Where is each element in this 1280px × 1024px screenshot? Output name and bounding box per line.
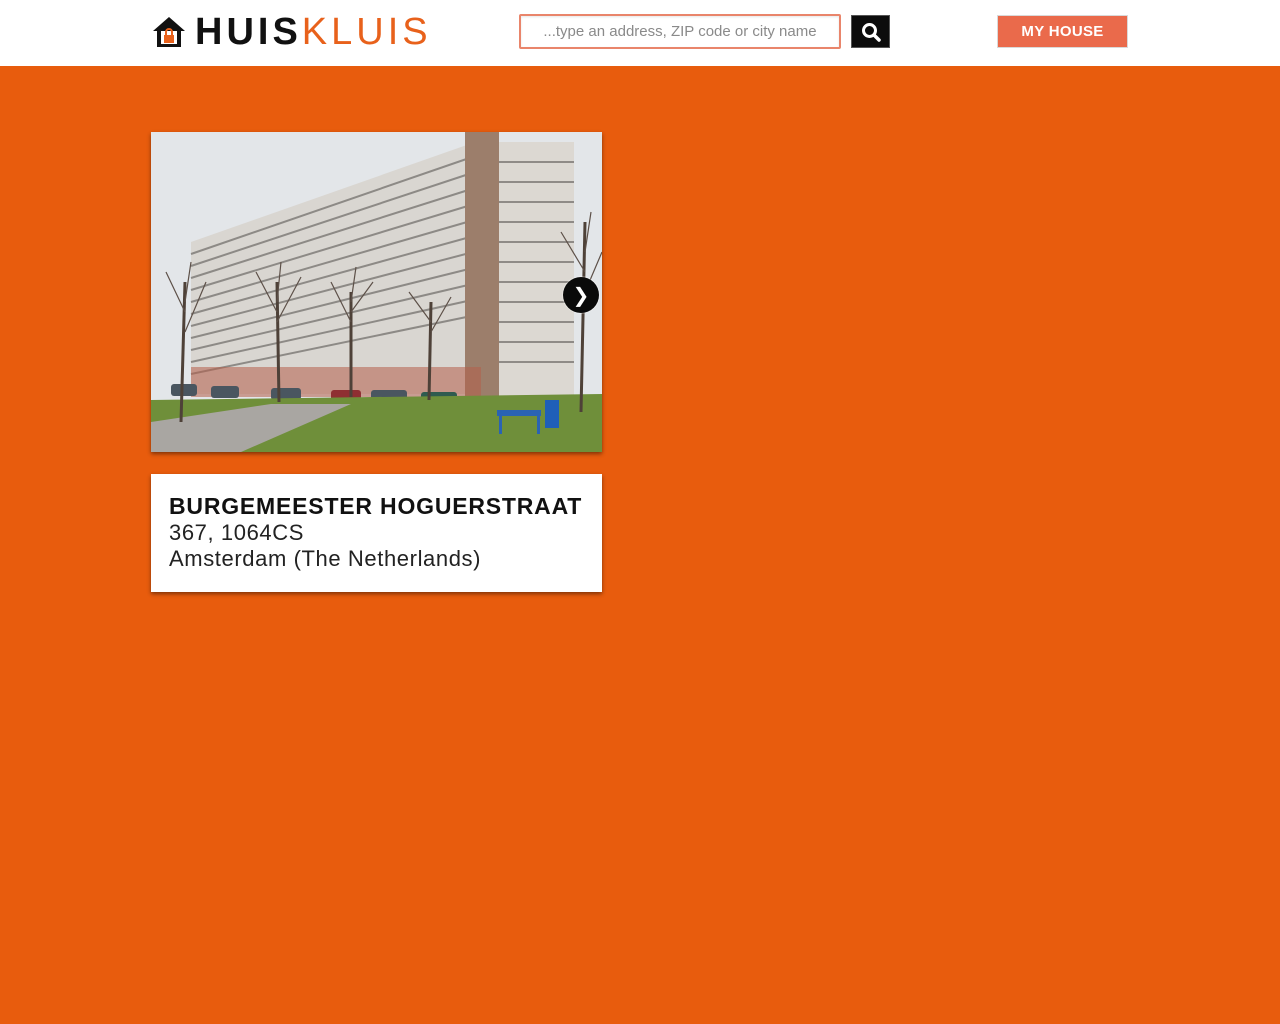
search-input[interactable] — [519, 14, 841, 49]
address-city-country: Amsterdam (The Netherlands) — [169, 546, 482, 571]
address-number-zip: 367, 1064CS — [169, 520, 305, 545]
house-lock-icon — [153, 17, 185, 47]
my-house-button[interactable]: MY HOUSE — [997, 15, 1128, 48]
logo[interactable]: HUIS KLUIS — [151, 10, 432, 54]
search-button[interactable] — [851, 15, 890, 48]
gallery-next-button[interactable]: ❯ — [563, 277, 599, 313]
address-card: BURGEMEESTER HOGUERSTRAAT 367, 1064CS Am… — [151, 474, 602, 592]
logo-text-kluis: KLUIS — [301, 10, 432, 53]
address-street: BURGEMEESTER HOGUERSTRAAT — [169, 493, 583, 519]
top-bar: HUIS KLUIS MY HOUSE — [0, 0, 1280, 66]
logo-text-huis: HUIS — [195, 10, 302, 53]
property-image — [151, 132, 602, 452]
search-icon — [861, 22, 881, 42]
property-photo: ❯ — [151, 132, 602, 452]
